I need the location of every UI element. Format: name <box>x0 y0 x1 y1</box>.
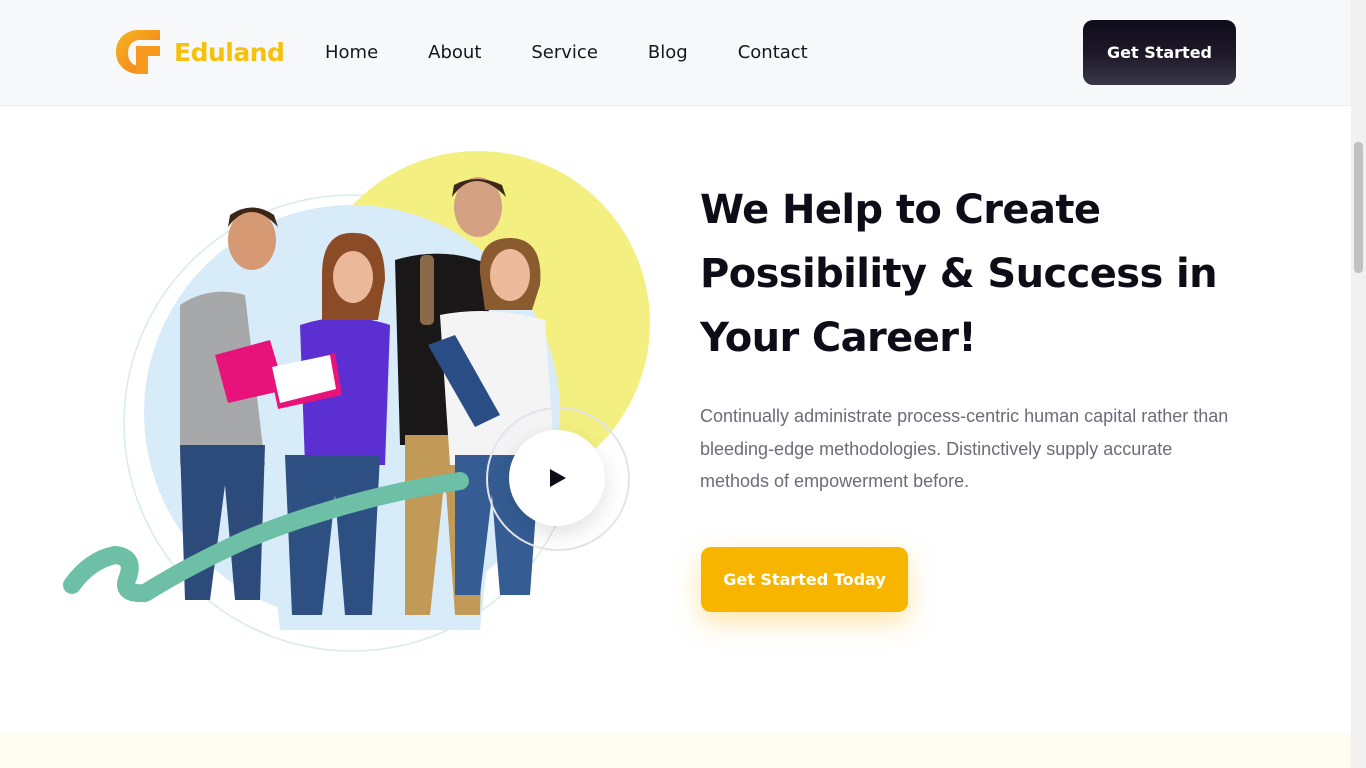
nav-about[interactable]: About <box>428 40 481 66</box>
scrollbar-thumb[interactable] <box>1354 142 1363 273</box>
next-section <box>0 733 1351 768</box>
nav-home[interactable]: Home <box>325 40 378 66</box>
play-icon <box>550 469 566 487</box>
navbar: Eduland Home About Service Blog Contact … <box>0 0 1351 106</box>
get-started-button[interactable]: Get Started <box>1083 20 1236 85</box>
nav-service[interactable]: Service <box>531 40 598 66</box>
main-nav: Home About Service Blog Contact <box>325 40 858 66</box>
play-video-button[interactable] <box>509 430 605 526</box>
nav-contact[interactable]: Contact <box>738 40 808 66</box>
students-image <box>63 151 650 652</box>
hero-illustration <box>60 145 660 665</box>
logo-icon <box>114 28 162 76</box>
nav-blog[interactable]: Blog <box>648 40 688 66</box>
hero-description: Continually administrate process-centric… <box>700 406 1229 491</box>
brand-name: Eduland <box>174 37 285 67</box>
logo[interactable]: Eduland <box>114 28 285 76</box>
hero-title: We Help to Create Possibility & Success … <box>700 187 1218 361</box>
get-started-today-button[interactable]: Get Started Today <box>701 547 908 612</box>
page-scrollbar[interactable] <box>1351 0 1366 768</box>
